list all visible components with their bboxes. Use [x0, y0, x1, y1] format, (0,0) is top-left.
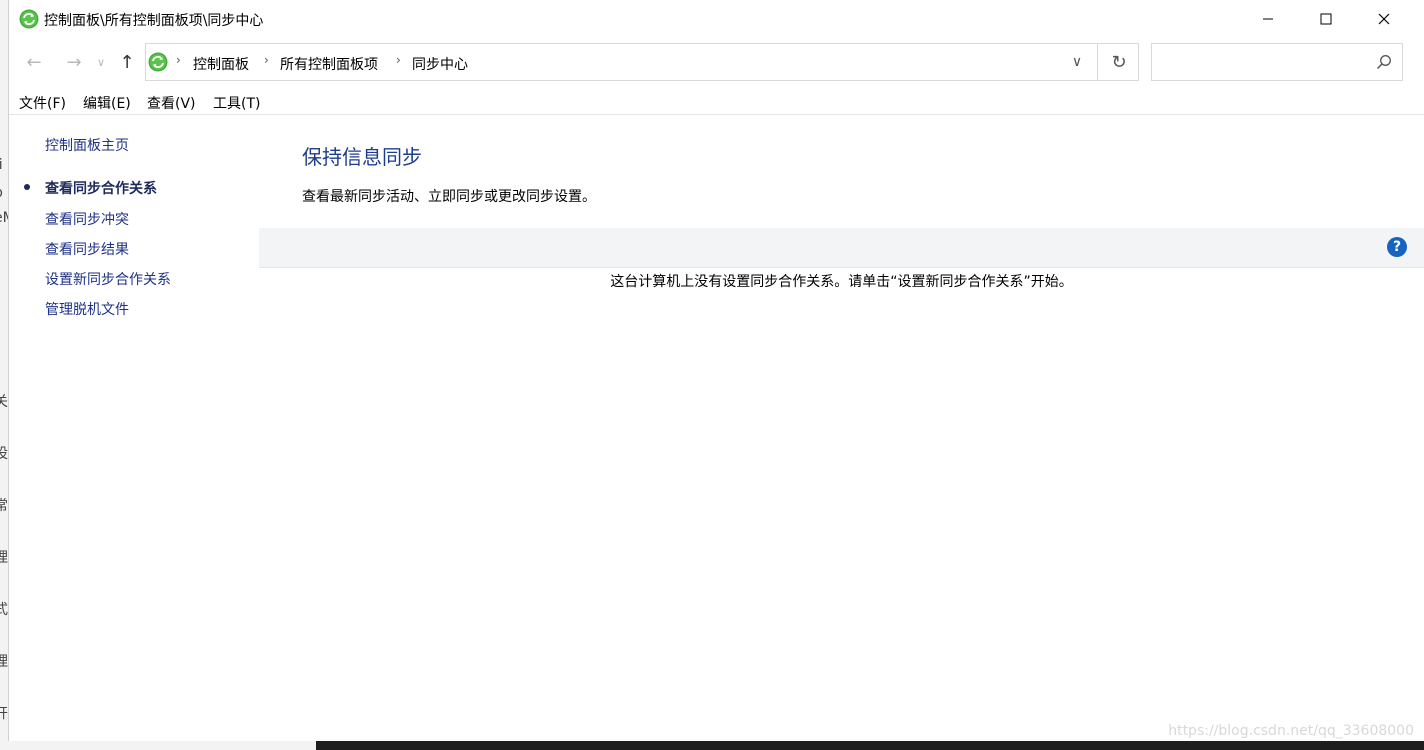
- magnifier-icon[interactable]: [1376, 54, 1392, 70]
- address-history-button[interactable]: ∨: [1062, 44, 1092, 80]
- menu-file[interactable]: 文件(F): [19, 93, 66, 113]
- task-view-conflicts[interactable]: 查看同步冲突: [45, 209, 129, 229]
- breadcrumb-separator-icon[interactable]: ›: [396, 53, 401, 67]
- background-text: p: [0, 185, 3, 201]
- background-text: 关: [0, 394, 8, 410]
- page-title: 保持信息同步: [302, 145, 422, 169]
- forward-arrow-icon: →: [66, 51, 82, 73]
- refresh-icon: ↻: [1111, 51, 1127, 73]
- task-manage-offline-files[interactable]: 管理脱机文件: [45, 299, 129, 319]
- background-text: 理: [0, 550, 8, 566]
- command-bar: ?: [259, 228, 1424, 268]
- search-input[interactable]: [1158, 50, 1372, 76]
- background-text: 常: [0, 498, 8, 514]
- minimize-icon: [1263, 18, 1273, 20]
- breadcrumb-all-items[interactable]: 所有控制面板项: [280, 54, 378, 74]
- background-text: 理: [0, 654, 8, 670]
- refresh-button[interactable]: ↻: [1097, 44, 1140, 80]
- empty-partnerships-message: 这台计算机上没有设置同步合作关系。请单击“设置新同步合作关系”开始。: [610, 274, 1073, 290]
- background-text: /i: [0, 157, 3, 173]
- main-content: 保持信息同步 查看最新同步活动、立即同步或更改同步设置。 ? 这台计算机上没有设…: [259, 115, 1424, 741]
- close-button[interactable]: [1355, 0, 1413, 38]
- back-button[interactable]: ←: [21, 48, 47, 76]
- help-icon[interactable]: ?: [1387, 237, 1407, 257]
- address-bar[interactable]: › 控制面板 › 所有控制面板项 › 同步中心 ∨ ↻: [145, 43, 1139, 81]
- forward-button[interactable]: →: [61, 48, 87, 76]
- sync-center-icon: [148, 52, 168, 72]
- up-arrow-icon: ↑: [119, 51, 135, 73]
- minimize-button[interactable]: [1239, 0, 1297, 38]
- breadcrumb-sync-center[interactable]: 同步中心: [412, 54, 468, 74]
- maximize-button[interactable]: [1297, 0, 1355, 38]
- background-text: 式: [0, 602, 8, 618]
- control-panel-home-link[interactable]: 控制面板主页: [45, 135, 129, 155]
- background-taskbar-strip: [0, 741, 316, 750]
- task-pane: 控制面板主页 查看同步合作关系 查看同步冲突 查看同步结果 设置新同步合作关系 …: [9, 115, 259, 741]
- up-button[interactable]: ↑: [115, 48, 139, 76]
- navigation-bar: ← → ∨ ↑ › 控制面板 › 所有控制面板项 › 同步中心 ∨ ↻: [9, 42, 1424, 82]
- chevron-down-icon: ∨: [1071, 54, 1083, 70]
- background-text: 设: [0, 446, 8, 462]
- window-title: 控制面板\所有控制面板项\同步中心: [44, 13, 264, 29]
- breadcrumb-separator-icon[interactable]: ›: [176, 53, 181, 67]
- watermark-text: https://blog.csdn.net/qq_33608000: [1168, 723, 1414, 739]
- sync-center-icon: [19, 9, 39, 29]
- back-arrow-icon: ←: [26, 51, 42, 73]
- breadcrumb-control-panel[interactable]: 控制面板: [193, 54, 249, 74]
- recent-locations-button[interactable]: ∨: [93, 48, 109, 76]
- menu-tools[interactable]: 工具(T): [213, 93, 260, 113]
- menu-bar: 文件(F) 编辑(E) 查看(V) 工具(T): [9, 88, 1424, 115]
- page-description: 查看最新同步活动、立即同步或更改同步设置。: [302, 189, 596, 205]
- task-view-results[interactable]: 查看同步结果: [45, 239, 129, 259]
- menu-view[interactable]: 查看(V): [147, 93, 196, 113]
- close-icon: [1378, 13, 1390, 25]
- help-glyph: ?: [1392, 239, 1402, 255]
- task-setup-partnership[interactable]: 设置新同步合作关系: [45, 269, 171, 289]
- menu-edit[interactable]: 编辑(E): [83, 93, 131, 113]
- task-view-partnerships[interactable]: 查看同步合作关系: [45, 178, 157, 198]
- sync-center-window: 控制面板\所有控制面板项\同步中心 ← → ∨ ↑ › 控制面板 › 所有控制面…: [8, 0, 1424, 741]
- maximize-icon: [1320, 13, 1332, 25]
- chevron-down-icon: ∨: [96, 55, 106, 69]
- current-page-bullet: [24, 184, 30, 190]
- search-box[interactable]: [1151, 43, 1403, 81]
- background-text: 开: [0, 706, 8, 722]
- title-bar[interactable]: 控制面板\所有控制面板项\同步中心: [9, 0, 1424, 38]
- breadcrumb-separator-icon[interactable]: ›: [264, 53, 269, 67]
